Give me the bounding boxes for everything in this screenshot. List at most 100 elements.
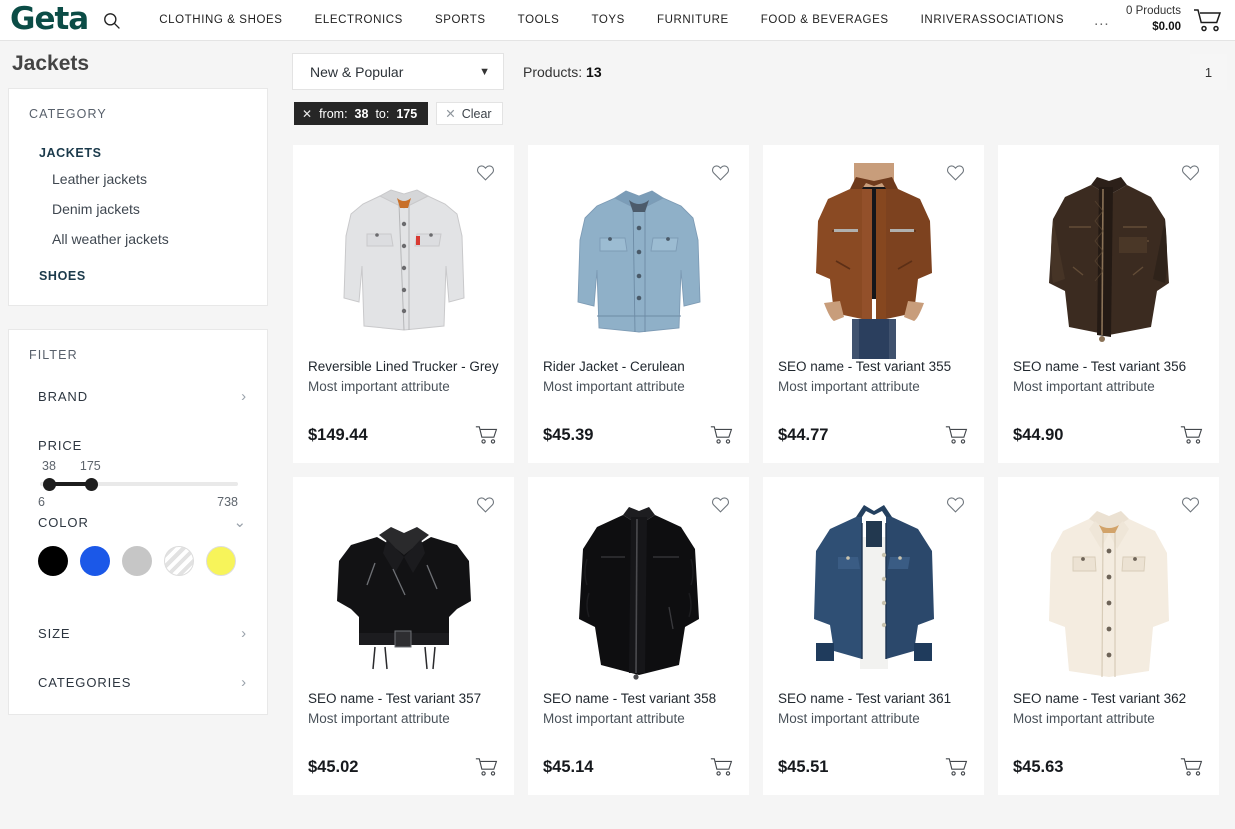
add-to-cart-icon[interactable] <box>1180 757 1204 777</box>
cart-summary[interactable]: 0 Products $0.00 <box>1126 4 1227 35</box>
product-title: SEO name - Test variant 356 <box>1013 359 1187 374</box>
main-navigation: CLOTHING & SHOES ELECTRONICS SPORTS TOOL… <box>143 12 1126 29</box>
sort-select[interactable]: New & Popular ▼ <box>292 53 504 90</box>
product-card[interactable]: SEO name - Test variant 357 Most importa… <box>293 477 514 795</box>
color-swatch-black[interactable] <box>38 546 68 576</box>
nav-item-food-beverages[interactable]: FOOD & BEVERAGES <box>745 14 905 26</box>
nav-item-furniture[interactable]: FURNITURE <box>641 14 745 26</box>
price-range-slider[interactable] <box>38 477 238 491</box>
add-to-cart-icon[interactable] <box>710 425 734 445</box>
wishlist-heart-icon[interactable] <box>1181 164 1200 181</box>
nav-item-clothing-shoes[interactable]: CLOTHING & SHOES <box>143 14 298 26</box>
nav-overflow-button[interactable]: ... <box>1080 12 1124 29</box>
product-attribute: Most important attribute <box>778 378 920 394</box>
product-price: $44.77 <box>778 425 829 444</box>
filter-brand[interactable]: BRAND › <box>29 383 247 410</box>
product-attribute: Most important attribute <box>1013 710 1155 726</box>
sidebar-item-shoes[interactable]: SHOES <box>29 265 247 287</box>
add-to-cart-icon[interactable] <box>475 757 499 777</box>
product-footer: $45.63 <box>1013 757 1204 795</box>
product-count-label: Products: <box>523 63 583 80</box>
slider-handle-min[interactable] <box>43 478 56 491</box>
sidebar-item-all-weather-jackets[interactable]: All weather jackets <box>29 224 247 254</box>
filter-categories[interactable]: CATEGORIES › <box>29 669 247 696</box>
sidebar-item-leather-jackets[interactable]: Leather jackets <box>29 164 247 194</box>
wishlist-heart-icon[interactable] <box>1181 496 1200 513</box>
color-swatch-blue[interactable] <box>80 546 110 576</box>
product-attribute: Most important attribute <box>1013 378 1155 394</box>
product-card[interactable]: SEO name - Test variant 356 Most importa… <box>998 145 1219 463</box>
chevron-right-icon: › <box>241 674 247 691</box>
price-range-min: 6 <box>38 495 45 509</box>
site-logo[interactable]: Geta <box>10 3 89 35</box>
nav-item-sports[interactable]: SPORTS <box>419 14 502 26</box>
product-info: SEO name - Test variant 357 Most importa… <box>293 690 514 795</box>
filter-price: PRICE <box>29 432 247 459</box>
sidebar-item-jackets[interactable]: JACKETS <box>29 142 247 164</box>
product-card[interactable]: SEO name - Test variant 361 Most importa… <box>763 477 984 795</box>
color-swatch-list <box>29 536 247 576</box>
chevron-right-icon: › <box>241 625 247 642</box>
color-swatch-yellow[interactable] <box>206 546 236 576</box>
wishlist-heart-icon[interactable] <box>476 496 495 513</box>
pagination-page-1[interactable]: 1 <box>1190 54 1227 90</box>
sidebar: Jackets CATEGORY JACKETS Leather jackets… <box>0 41 280 829</box>
filter-chip-price[interactable]: ✕ from: 38 to: 175 <box>294 102 429 125</box>
cart-product-count: 0 Products <box>1126 5 1181 18</box>
cart-summary-text: 0 Products $0.00 <box>1126 4 1181 35</box>
filter-heading: FILTER <box>29 348 78 362</box>
add-to-cart-icon[interactable] <box>1180 425 1204 445</box>
product-card[interactable]: SEO name - Test variant 362 Most importa… <box>998 477 1219 795</box>
clear-filters-button[interactable]: ✕ Clear <box>436 102 503 125</box>
sidebar-item-denim-jackets[interactable]: Denim jackets <box>29 194 247 224</box>
nav-item-electronics[interactable]: ELECTRONICS <box>299 14 419 26</box>
results-toolbar: New & Popular ▼ Products: 13 1 <box>292 41 1231 90</box>
product-title: Rider Jacket - Cerulean <box>543 359 685 374</box>
product-card[interactable]: Reversible Lined Trucker - Grey Most imp… <box>293 145 514 463</box>
chip-from-value: 38 <box>354 106 369 121</box>
product-footer: $44.90 <box>1013 425 1204 463</box>
product-title: SEO name - Test variant 361 <box>778 691 952 706</box>
product-price: $45.39 <box>543 425 594 444</box>
wishlist-heart-icon[interactable] <box>946 496 965 513</box>
product-count-value: 13 <box>586 63 602 80</box>
filter-panel: FILTER BRAND › PRICE 38 175 6 738 COLOR … <box>8 329 268 715</box>
product-title: SEO name - Test variant 358 <box>543 691 717 706</box>
shopping-cart-icon[interactable] <box>1193 8 1223 32</box>
close-icon[interactable]: ✕ <box>302 107 312 121</box>
filter-brand-label: BRAND <box>38 389 89 404</box>
product-price: $45.51 <box>778 757 829 776</box>
product-title: Reversible Lined Trucker - Grey <box>308 359 499 374</box>
add-to-cart-icon[interactable] <box>475 425 499 445</box>
chip-to-label: to: <box>375 106 390 121</box>
price-selected-values: 38 175 <box>38 459 238 473</box>
nav-item-inriverassociations[interactable]: INRIVERASSOCIATIONS <box>905 14 1080 26</box>
add-to-cart-icon[interactable] <box>945 425 969 445</box>
filter-color[interactable]: COLOR ⌄ <box>29 509 247 536</box>
nav-item-tools[interactable]: TOOLS <box>502 14 576 26</box>
product-attribute: Most important attribute <box>308 710 450 726</box>
slider-handle-max[interactable] <box>85 478 98 491</box>
add-to-cart-icon[interactable] <box>710 757 734 777</box>
product-attribute: Most important attribute <box>543 378 685 394</box>
nav-item-toys[interactable]: TOYS <box>575 14 641 26</box>
product-card[interactable]: SEO name - Test variant 358 Most importa… <box>528 477 749 795</box>
chip-to-value: 175 <box>396 106 418 121</box>
add-to-cart-icon[interactable] <box>945 757 969 777</box>
filter-size[interactable]: SIZE › <box>29 620 247 647</box>
wishlist-heart-icon[interactable] <box>711 496 730 513</box>
chevron-down-icon: ⌄ <box>233 514 247 531</box>
product-footer: $149.44 <box>308 425 499 463</box>
search-icon[interactable] <box>102 11 121 30</box>
product-price: $45.14 <box>543 757 594 776</box>
color-swatch-multi[interactable] <box>164 546 194 576</box>
wishlist-heart-icon[interactable] <box>476 164 495 181</box>
wishlist-heart-icon[interactable] <box>946 164 965 181</box>
product-card[interactable]: Rider Jacket - Cerulean Most important a… <box>528 145 749 463</box>
product-card[interactable]: SEO name - Test variant 355 Most importa… <box>763 145 984 463</box>
price-bounds: 6 738 <box>38 495 238 509</box>
color-swatch-grey[interactable] <box>122 546 152 576</box>
wishlist-heart-icon[interactable] <box>711 164 730 181</box>
product-price: $45.02 <box>308 757 359 776</box>
